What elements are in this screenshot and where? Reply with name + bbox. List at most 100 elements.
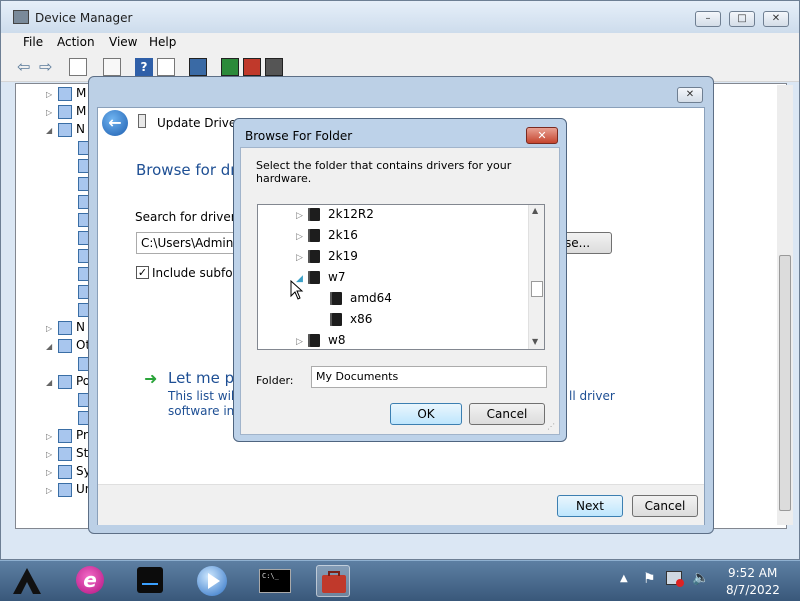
collapsed-arrow-icon[interactable]: ▷ — [296, 211, 308, 221]
show-hidden-icons-icon[interactable]: ▲ — [620, 573, 628, 584]
collapsed-arrow-icon[interactable]: ▷ — [46, 90, 58, 99]
folder-item[interactable]: ▷ 2k16 — [296, 228, 358, 246]
tree-category[interactable]: ▷ M — [46, 104, 86, 122]
next-button[interactable]: Next — [557, 495, 623, 517]
tree-category[interactable]: ▷ Ur — [46, 482, 90, 500]
forward-icon[interactable]: ⇨ — [39, 58, 57, 76]
dialog-instruction: Select the folder that contains drivers … — [256, 159, 512, 185]
device-icon — [58, 446, 72, 461]
folder-tree[interactable]: ▷ 2k12R2 ▷ 2k16 ▷ 2k19 ◢ w7 amd64 x86 ▷ w8 ▲ ▼ — [257, 204, 545, 350]
menu-help[interactable]: Help — [149, 35, 176, 49]
description-line2: software in t — [168, 404, 243, 418]
wizard-cancel-button[interactable]: Cancel — [632, 495, 698, 517]
collapsed-arrow-icon[interactable]: ▷ — [296, 253, 308, 263]
collapsed-arrow-icon[interactable]: ▷ — [46, 324, 58, 333]
resize-grip-icon[interactable]: ⋰ — [547, 422, 555, 431]
collapsed-arrow-icon[interactable]: ▷ — [296, 337, 308, 347]
folder-name: x86 — [350, 312, 373, 326]
tree-item-label: N — [76, 122, 85, 136]
tree-category[interactable]: ▷ Pr — [46, 428, 88, 446]
properties-icon[interactable] — [103, 58, 121, 76]
minimize-button[interactable]: – — [695, 11, 721, 27]
include-subfolders-checkbox[interactable]: ✓ — [136, 266, 149, 279]
tree-category[interactable]: ◢ Ot — [46, 338, 90, 356]
taskbar: e C:\_ ▲ ⚑ 🔈 9:52 AM 8/7/2022 — [0, 560, 800, 601]
tree-category[interactable]: ◢ N — [46, 122, 85, 140]
expanded-arrow-icon[interactable]: ◢ — [46, 126, 58, 135]
folder-item[interactable]: ▷ 2k19 — [296, 249, 358, 267]
tree-category[interactable]: ▷ M — [46, 86, 86, 104]
disable-icon[interactable] — [265, 58, 283, 76]
folder-input[interactable]: My Documents — [311, 366, 547, 388]
tree-category[interactable]: ▷ St — [46, 446, 88, 464]
folder-icon — [308, 250, 320, 263]
clock-time[interactable]: 9:52 AM — [728, 566, 777, 580]
internet-explorer-icon[interactable]: e — [74, 565, 108, 597]
dialog-close-button[interactable]: ✕ — [526, 127, 558, 144]
media-player-icon[interactable] — [196, 565, 230, 597]
dialog-cancel-button[interactable]: Cancel — [469, 403, 545, 425]
ok-button[interactable]: OK — [390, 403, 462, 425]
wizard-close-button[interactable]: ✕ — [677, 87, 703, 103]
folder-name: amd64 — [350, 291, 392, 305]
back-arrow-icon[interactable]: ← — [102, 110, 128, 136]
list-view-icon[interactable] — [157, 58, 175, 76]
clock-date[interactable]: 8/7/2022 — [726, 583, 780, 597]
folder-name: 2k16 — [328, 228, 358, 242]
include-subfolders-label: Include subfold — [152, 266, 244, 280]
tree-category[interactable]: ◢ Po — [46, 374, 90, 392]
update-driver-icon[interactable] — [221, 58, 239, 76]
menu-file[interactable]: File — [23, 35, 43, 49]
toolbox-icon[interactable] — [316, 565, 350, 597]
menu-bar: File Action View Help — [1, 33, 799, 53]
action-center-flag-icon[interactable]: ⚑ — [643, 571, 656, 587]
browse-for-folder-dialog: Browse For Folder ✕ Select the folder th… — [233, 118, 567, 442]
menu-action[interactable]: Action — [57, 35, 95, 49]
collapsed-arrow-icon[interactable]: ▷ — [46, 432, 58, 441]
device-icon — [58, 482, 72, 497]
tree-category[interactable]: ▷ Sy — [46, 464, 91, 482]
driver-path-value: C:\Users\Adminis — [141, 236, 243, 250]
collapsed-arrow-icon[interactable]: ▷ — [296, 232, 308, 242]
uninstall-icon[interactable] — [243, 58, 261, 76]
menu-view[interactable]: View — [109, 35, 137, 49]
volume-muted-icon[interactable]: 🔈 — [692, 570, 709, 586]
maximize-button[interactable]: □ — [729, 11, 755, 27]
scan-hardware-icon[interactable] — [189, 58, 207, 76]
scrollbar-thumb[interactable] — [779, 255, 791, 511]
command-prompt-icon[interactable]: C:\_ — [258, 565, 292, 597]
tree-category[interactable]: ▷ N — [46, 320, 85, 338]
scroll-down-icon[interactable]: ▼ — [532, 337, 538, 346]
close-button[interactable]: ✕ — [763, 11, 789, 27]
folder-icon — [308, 229, 320, 242]
device-icon — [58, 374, 72, 389]
tree-scrollbar[interactable] — [777, 85, 793, 525]
let-me-pick-link[interactable]: Let me pi — [168, 369, 238, 387]
title-bar[interactable]: Device Manager – □ ✕ — [1, 1, 799, 33]
drive-icon[interactable] — [134, 565, 168, 597]
expanded-arrow-icon[interactable]: ◢ — [46, 378, 58, 387]
back-icon[interactable]: ⇦ — [17, 58, 35, 76]
green-arrow-icon: ➜ — [144, 369, 158, 388]
folder-name: w8 — [328, 333, 346, 347]
show-hide-tree-icon[interactable] — [69, 58, 87, 76]
collapsed-arrow-icon[interactable]: ▷ — [46, 486, 58, 495]
folder-label: Folder: — [256, 374, 294, 387]
folder-item[interactable]: ▷ w8 — [296, 333, 346, 349]
collapsed-arrow-icon[interactable]: ▷ — [46, 468, 58, 477]
folder-item[interactable]: ▷ 2k12R2 — [296, 207, 374, 225]
help-icon[interactable]: ? — [135, 58, 153, 76]
folder-icon — [308, 334, 320, 347]
folder-tree-scrollbar[interactable]: ▲ ▼ — [528, 205, 544, 349]
folder-item[interactable]: x86 — [318, 312, 372, 330]
dialog-title: Browse For Folder — [245, 129, 353, 143]
collapsed-arrow-icon[interactable]: ▷ — [46, 450, 58, 459]
scroll-up-icon[interactable]: ▲ — [532, 206, 538, 215]
collapsed-arrow-icon[interactable]: ▷ — [46, 108, 58, 117]
app-logo-icon[interactable] — [10, 565, 44, 597]
window-title: Device Manager — [35, 11, 133, 25]
folder-item[interactable]: amd64 — [318, 291, 392, 309]
folder-scroll-thumb[interactable] — [531, 281, 543, 297]
mouse-cursor-icon — [290, 280, 304, 300]
expanded-arrow-icon[interactable]: ◢ — [46, 342, 58, 351]
